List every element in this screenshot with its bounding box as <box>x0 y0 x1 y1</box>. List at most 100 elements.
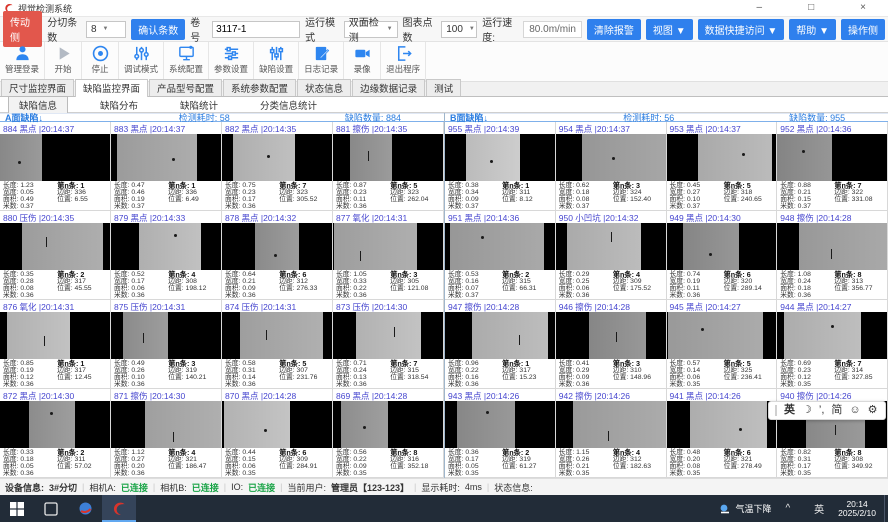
tab-product-config[interactable]: 产品型号配置 <box>149 79 222 96</box>
tab-status-info[interactable]: 状态信息 <box>297 79 351 96</box>
defect-cell[interactable]: 955 黑点 |20:14:39 长度: 0.38 宽度: 0.34 面积: 0… <box>445 122 556 211</box>
ime-simplified-mode[interactable]: 简 <box>831 402 842 419</box>
gear-icon[interactable]: ⚙ <box>868 402 878 419</box>
position-value: 位置: 284.91 <box>279 463 332 470</box>
stop-button[interactable]: 停止 <box>82 42 119 81</box>
show-desktop-button[interactable] <box>884 495 888 522</box>
clock[interactable]: 20:14 2025/2/10 <box>830 500 884 518</box>
maximize-button[interactable]: □ <box>808 3 814 13</box>
tray-expand-button[interactable]: ^ <box>779 503 796 514</box>
input-language-indicator[interactable]: 英 <box>808 501 830 516</box>
admin-login-button[interactable]: 管理登录 <box>0 42 45 81</box>
area-value: 面积: 0.06 <box>559 285 613 292</box>
start-button[interactable] <box>0 495 34 522</box>
ime-english-mode[interactable]: 英 <box>784 402 795 419</box>
defect-cell[interactable]: 875 压伤 |20:14:31 长度: 0.49 宽度: 0.26 面积: 0… <box>111 300 222 389</box>
tab-system-params[interactable]: 系统参数配置 <box>223 79 296 96</box>
defect-cell[interactable]: 871 擦伤 |20:14:30 长度: 1.12 宽度: 0.27 面积: 0… <box>111 389 222 478</box>
defect-cell[interactable]: 873 压伤 |20:14:30 长度: 0.71 宽度: 0.24 面积: 0… <box>333 300 444 389</box>
defect-cell[interactable]: 876 氧化 |20:14:31 长度: 0.85 宽度: 0.19 面积: 0… <box>0 300 111 389</box>
emoji-icon[interactable]: ☺ <box>849 402 860 419</box>
area-value: 面积: 0.20 <box>114 463 168 470</box>
tab-size-monitor[interactable]: 尺寸监控界面 <box>1 79 74 96</box>
help-menu-button[interactable]: 帮助 ▼ <box>789 19 836 40</box>
defect-cell[interactable]: 874 压伤 |20:14:31 长度: 0.58 宽度: 0.31 面积: 0… <box>222 300 333 389</box>
position-value: 位置: 356.77 <box>834 285 887 292</box>
run-mode-select[interactable]: 双面检测▼ <box>344 21 398 38</box>
panel-b-title[interactable]: B面缺陷↓ <box>450 111 488 124</box>
defect-cell[interactable]: 872 黑点 |20:14:30 长度: 0.33 宽度: 0.18 面积: 0… <box>0 389 111 478</box>
defect-cell[interactable]: 884 黑点 |20:14:37 长度: 1.23 宽度: 0.05 面积: 0… <box>0 122 111 211</box>
defect-cell[interactable]: 870 黑点 |20:14:28 长度: 0.44 宽度: 0.15 面积: 0… <box>222 389 333 478</box>
tab-defect-monitor[interactable]: 缺陷监控界面 <box>75 79 148 97</box>
roll-number-input[interactable] <box>212 21 300 38</box>
meter-value: 米数: 0.36 <box>336 381 390 388</box>
defect-cell[interactable]: 952 黑点 |20:14:36 长度: 0.88 宽度: 0.21 面积: 0… <box>777 122 888 211</box>
defect-cell[interactable]: 951 黑点 |20:14:36 长度: 0.53 宽度: 0.16 面积: 0… <box>445 211 556 300</box>
ime-punctuation[interactable]: ’, <box>819 402 825 419</box>
defect-cell[interactable]: 944 黑点 |20:14:27 长度: 0.69 宽度: 0.23 面积: 0… <box>777 300 888 389</box>
minimize-button[interactable]: – <box>757 3 763 13</box>
tray-app-icon[interactable] <box>796 503 808 514</box>
material-strip <box>22 223 103 270</box>
moon-icon[interactable]: ☽ <box>802 402 812 419</box>
defect-cell[interactable]: 869 黑点 |20:14:28 长度: 0.56 宽度: 0.22 面积: 0… <box>333 389 444 478</box>
defect-cell[interactable]: 879 黑点 |20:14:33 长度: 0.52 宽度: 0.17 面积: 0… <box>111 211 222 300</box>
panel-a-title[interactable]: A面缺陷↓ <box>5 111 43 124</box>
defect-cell[interactable]: 942 擦伤 |20:14:26 长度: 1.15 宽度: 0.26 面积: 0… <box>556 389 667 478</box>
defect-cell[interactable]: 949 黑点 |20:14:30 长度: 0.74 宽度: 0.19 面积: 0… <box>667 211 778 300</box>
strip-number-value: 第n条: 4 <box>168 271 221 278</box>
detection-app-button[interactable] <box>102 495 136 522</box>
exit-program-button[interactable]: 退出程序 <box>381 42 426 81</box>
slit-count-select[interactable]: 8▼ <box>86 21 126 38</box>
defect-cell[interactable]: 880 压伤 |20:14:35 长度: 0.35 宽度: 0.28 面积: 0… <box>0 211 111 300</box>
operator-side-button[interactable]: 操作侧 <box>841 19 885 40</box>
defect-cell[interactable]: 883 黑点 |20:14:37 长度: 0.47 宽度: 0.46 面积: 0… <box>111 122 222 211</box>
defect-cell[interactable]: 946 擦伤 |20:14:28 长度: 0.41 宽度: 0.29 面积: 0… <box>556 300 667 389</box>
clear-alarm-button[interactable]: 清除报警 <box>587 19 641 40</box>
confirm-count-button[interactable]: 确认条数 <box>131 19 185 40</box>
defect-cell[interactable]: 954 黑点 |20:14:37 长度: 0.62 宽度: 0.18 面积: 0… <box>556 122 667 211</box>
defect-cell[interactable]: 943 黑点 |20:14:26 长度: 0.36 宽度: 0.17 面积: 0… <box>445 389 556 478</box>
defect-mark-icon <box>266 330 267 340</box>
subtab-class-statistics[interactable]: 分类信息统计 <box>250 97 327 113</box>
defect-cell[interactable]: 881 擦伤 |20:14:35 长度: 0.87 宽度: 0.23 面积: 0… <box>333 122 444 211</box>
tab-edge-data[interactable]: 边缘数据记录 <box>352 79 425 96</box>
view-menu-button[interactable]: 视图 ▼ <box>646 19 693 40</box>
defect-cell[interactable]: 947 擦伤 |20:14:28 长度: 0.96 宽度: 0.22 面积: 0… <box>445 300 556 389</box>
defect-cell[interactable]: 945 黑点 |20:14:27 长度: 0.57 宽度: 0.14 面积: 0… <box>667 300 778 389</box>
log-record-button[interactable]: 日志记录 <box>299 42 344 81</box>
debug-mode-button[interactable]: 调试模式 <box>119 42 164 81</box>
monitor-icon <box>177 44 196 63</box>
defect-settings-button[interactable]: 缺陷设置 <box>254 42 299 81</box>
quick-access-menu-button[interactable]: 数据快捷访问 ▼ <box>698 19 785 40</box>
tab-test[interactable]: 测试 <box>426 79 461 96</box>
status-message-label: 状态信息: <box>494 481 533 494</box>
weather-widget[interactable]: 气温下降 <box>711 502 779 515</box>
length-value: 长度: 0.75 <box>225 182 279 189</box>
task-view-button[interactable] <box>34 495 68 522</box>
defect-cell[interactable]: 953 黑点 |20:14:37 长度: 0.45 宽度: 0.27 面积: 0… <box>667 122 778 211</box>
defect-cell[interactable]: 941 黑点 |20:14:26 长度: 0.48 宽度: 0.20 面积: 0… <box>667 389 778 478</box>
parameter-settings-button[interactable]: 参数设置 <box>209 42 254 81</box>
defect-cell[interactable]: 877 氧化 |20:14:31 长度: 1.05 宽度: 0.33 面积: 0… <box>333 211 444 300</box>
length-value: 长度: 0.38 <box>448 182 502 189</box>
length-value: 长度: 1.05 <box>336 271 390 278</box>
area-value: 面积: 0.12 <box>3 374 57 381</box>
defect-cell[interactable]: 882 黑点 |20:14:35 长度: 0.75 宽度: 0.23 面积: 0… <box>222 122 333 211</box>
recording-button[interactable]: 录像 <box>344 42 381 81</box>
windows-logo-icon <box>10 502 24 516</box>
defect-cell[interactable]: 948 擦伤 |20:14:28 长度: 1.08 宽度: 0.24 面积: 0… <box>777 211 888 300</box>
defect-cell[interactable]: 950 小凹坑 |20:14:32 长度: 0.29 宽度: 0.25 面积: … <box>556 211 667 300</box>
defect-cell[interactable]: 878 黑点 |20:14:32 长度: 0.64 宽度: 0.21 面积: 0… <box>222 211 333 300</box>
chart-points-select[interactable]: 100▼ <box>441 21 477 38</box>
close-button[interactable]: × <box>860 3 866 13</box>
subtab-defect-distribution[interactable]: 缺陷分布 <box>90 97 148 113</box>
ime-drag-handle[interactable] <box>775 405 777 416</box>
start-button[interactable]: 开始 <box>45 42 82 81</box>
pinned-app-button[interactable] <box>68 495 102 522</box>
defect-mark-icon <box>709 253 712 256</box>
defect-measurements: 长度: 0.62 宽度: 0.18 面积: 0.08 米数: 0.37 第n条:… <box>556 181 666 210</box>
system-config-button[interactable]: 系统配置 <box>164 42 209 81</box>
meter-value: 米数: 0.35 <box>670 381 724 388</box>
